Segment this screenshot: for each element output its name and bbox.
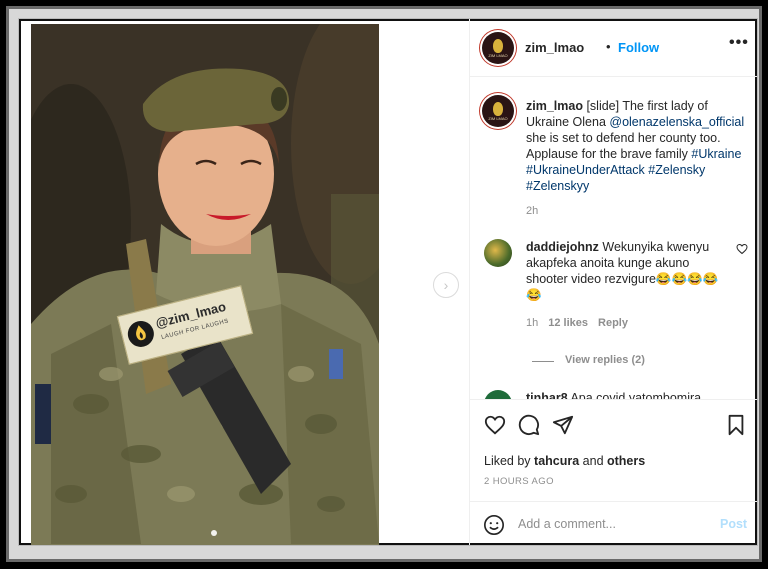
save-bookmark-icon[interactable]: [726, 414, 746, 436]
more-options-icon[interactable]: •••: [729, 34, 749, 52]
comment-bubble-icon[interactable]: [518, 414, 540, 436]
comment-body: tinhar8 Apa covid yatombomira: [526, 391, 701, 399]
hashtag-link[interactable]: #UkraineUnderAttack: [526, 163, 645, 177]
caption-avatar[interactable]: ZIM LMAO: [482, 95, 514, 127]
emoji-icon[interactable]: [483, 514, 505, 536]
carousel-next-button[interactable]: ›: [433, 272, 459, 298]
post-caption: zim_lmao [slide] The first lady of Ukrai…: [526, 98, 752, 194]
comment-time: 1h: [526, 317, 539, 329]
comment-likes[interactable]: 12 likes: [548, 317, 588, 329]
add-comment-bar: Add a comment... Post: [470, 501, 757, 545]
view-replies-button[interactable]: View replies (2): [565, 354, 645, 366]
hashtag-link[interactable]: #Ukraine: [691, 147, 741, 161]
liked-prefix: Liked by: [484, 454, 535, 468]
header-username[interactable]: zim_lmao: [525, 40, 584, 55]
comment-like-heart-icon[interactable]: [736, 243, 748, 255]
comment-username[interactable]: daddiejohnz: [526, 240, 599, 254]
avatar-brand-text: ZIM LMAO: [488, 53, 508, 58]
post-actions: Liked by tahcura and others 2 HOURS AGO: [470, 399, 757, 499]
reply-button[interactable]: Reply: [598, 317, 628, 329]
post-card: @zim_lmao LAUGH FOR LAUGHS › ZIM LMAO zi…: [18, 18, 758, 546]
header-separator: •: [606, 39, 611, 54]
post-header: ZIM LMAO zim_lmao • Follow •••: [470, 19, 757, 77]
liked-user[interactable]: tahcura: [534, 454, 579, 468]
post-timestamp[interactable]: 2 HOURS AGO: [484, 476, 554, 487]
soldier-photo: [31, 24, 379, 545]
liked-others[interactable]: others: [607, 454, 645, 468]
caption-time: 2h: [526, 205, 539, 217]
commenter-avatar[interactable]: [484, 390, 512, 399]
post-side-panel: ZIM LMAO zim_lmao • Follow ••• ZIM LMAO …: [469, 19, 757, 545]
flame-logo-icon: [493, 39, 503, 53]
follow-button[interactable]: Follow: [618, 40, 659, 55]
liked-by: Liked by tahcura and others: [484, 454, 645, 468]
carousel-dot: [211, 530, 217, 536]
comment-text: Apa covid yatombomira: [567, 391, 702, 399]
liked-and: and: [579, 454, 607, 468]
share-paper-plane-icon[interactable]: [552, 414, 574, 436]
avatar-brand-text: ZIM LMAO: [488, 116, 508, 121]
flame-logo-icon: [493, 102, 503, 116]
avatar[interactable]: ZIM LMAO: [482, 32, 514, 64]
like-heart-icon[interactable]: [484, 414, 506, 436]
hashtag-link[interactable]: #Zelenskyy: [526, 179, 589, 193]
comment-body: daddiejohnz Wekunyika kwenyu akapfeka an…: [526, 239, 726, 303]
post-image[interactable]: @zim_lmao LAUGH FOR LAUGHS: [31, 24, 379, 545]
comment-meta: 1h 12 likes Reply: [526, 317, 638, 329]
comment-username[interactable]: tinhar8: [526, 391, 568, 399]
post-comment-button[interactable]: Post: [720, 517, 747, 531]
caption-mention[interactable]: @olenazelenska_official: [609, 115, 744, 129]
comment-input[interactable]: Add a comment...: [518, 517, 616, 531]
comments-list[interactable]: ZIM LMAO zim_lmao [slide] The first lady…: [470, 77, 757, 399]
caption-username[interactable]: zim_lmao: [526, 99, 583, 113]
hashtag-link[interactable]: #Zelensky: [648, 163, 705, 177]
replies-divider: [532, 361, 554, 362]
commenter-avatar[interactable]: [484, 239, 512, 267]
